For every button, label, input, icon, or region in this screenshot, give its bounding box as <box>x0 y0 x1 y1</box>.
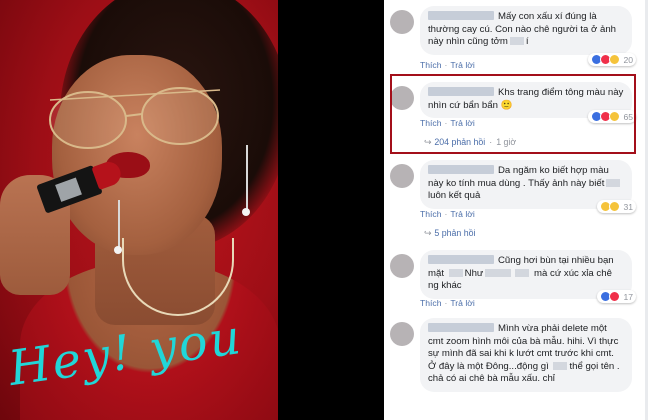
smile-emoji-icon: 🙂 <box>500 99 513 111</box>
avatar[interactable] <box>390 10 414 34</box>
reaction-summary[interactable]: 31 <box>597 200 636 213</box>
divider <box>278 0 382 420</box>
comment-text-mid: Như <box>464 267 484 279</box>
redacted-name[interactable] <box>428 87 494 96</box>
comment-bubble: Mấy con xấu xí đúng là thường cay cú. Co… <box>420 6 632 55</box>
replies-count[interactable]: 204 phản hồi <box>434 137 485 147</box>
avatar[interactable] <box>390 164 414 188</box>
reply-arrow-icon: ↪ <box>424 137 432 147</box>
reaction-summary[interactable]: 17 <box>597 290 636 303</box>
comment-text-end: chả có ai chê bà mẫu xấu. chỉ <box>428 373 555 385</box>
comment-actions: Thích · Trả lời <box>420 60 475 70</box>
comment-text-tail: í <box>525 36 529 48</box>
reaction-summary[interactable]: 20 <box>588 53 636 66</box>
redacted-name[interactable] <box>428 323 494 332</box>
avatar[interactable] <box>390 322 414 346</box>
comment-text-tail: luôn kết quả <box>428 190 481 202</box>
redacted-text <box>515 268 530 277</box>
comment-actions: Thích · Trả lời <box>420 298 475 308</box>
redacted-text <box>509 37 524 46</box>
comment-bubble: Mình vừa phải delete một cmt zoom hình m… <box>420 318 632 392</box>
redacted-name[interactable] <box>428 11 494 20</box>
reply-link[interactable]: Trả lời <box>450 60 474 70</box>
replies-count[interactable]: 5 phản hồi <box>434 228 475 238</box>
scrollbar[interactable] <box>645 0 648 420</box>
like-link[interactable]: Thích <box>420 209 442 219</box>
like-link[interactable]: Thích <box>420 60 442 70</box>
redacted-text <box>553 361 568 370</box>
reaction-count: 17 <box>623 291 633 302</box>
redacted-name[interactable] <box>428 165 494 174</box>
view-replies[interactable]: ↪ 204 phản hồi · 1 giờ <box>424 137 516 148</box>
avatar[interactable] <box>390 86 414 110</box>
view-replies[interactable]: ↪ 5 phản hồi <box>424 228 475 239</box>
reaction-count: 65 <box>623 111 633 122</box>
redacted-text <box>448 268 463 277</box>
comment-actions: Thích · Trả lời <box>420 118 475 128</box>
redacted-text <box>606 178 621 187</box>
redacted-name[interactable] <box>428 255 494 264</box>
comment-actions: Thích · Trả lời <box>420 209 475 219</box>
reaction-count: 20 <box>623 54 633 65</box>
comments-panel: Mấy con xấu xí đúng là thường cay cú. Co… <box>384 0 650 420</box>
reply-arrow-icon: ↪ <box>424 228 432 238</box>
reply-link[interactable]: Trả lời <box>450 209 474 219</box>
love-reaction-icon <box>609 291 621 302</box>
redacted-text <box>485 268 512 277</box>
sad-reaction-icon <box>609 201 621 212</box>
reply-link[interactable]: Trả lời <box>450 298 474 308</box>
glasses <box>49 87 221 149</box>
comment-text-tail: thể gọi tên . <box>569 360 620 372</box>
haha-reaction-icon <box>609 54 621 65</box>
avatar[interactable] <box>390 254 414 278</box>
earring-right <box>246 145 248 211</box>
like-link[interactable]: Thích <box>420 298 442 308</box>
haha-reaction-icon <box>609 111 621 122</box>
pearl <box>114 246 122 254</box>
comment-time: 1 giờ <box>496 137 517 147</box>
reaction-count: 31 <box>623 201 633 212</box>
reaction-summary[interactable]: 65 <box>588 110 636 123</box>
pearl <box>242 208 250 216</box>
like-link[interactable]: Thích <box>420 118 442 128</box>
reply-link[interactable]: Trả lời <box>450 118 474 128</box>
earring-left <box>118 200 120 248</box>
model-photo: Hey! you <box>0 0 278 420</box>
